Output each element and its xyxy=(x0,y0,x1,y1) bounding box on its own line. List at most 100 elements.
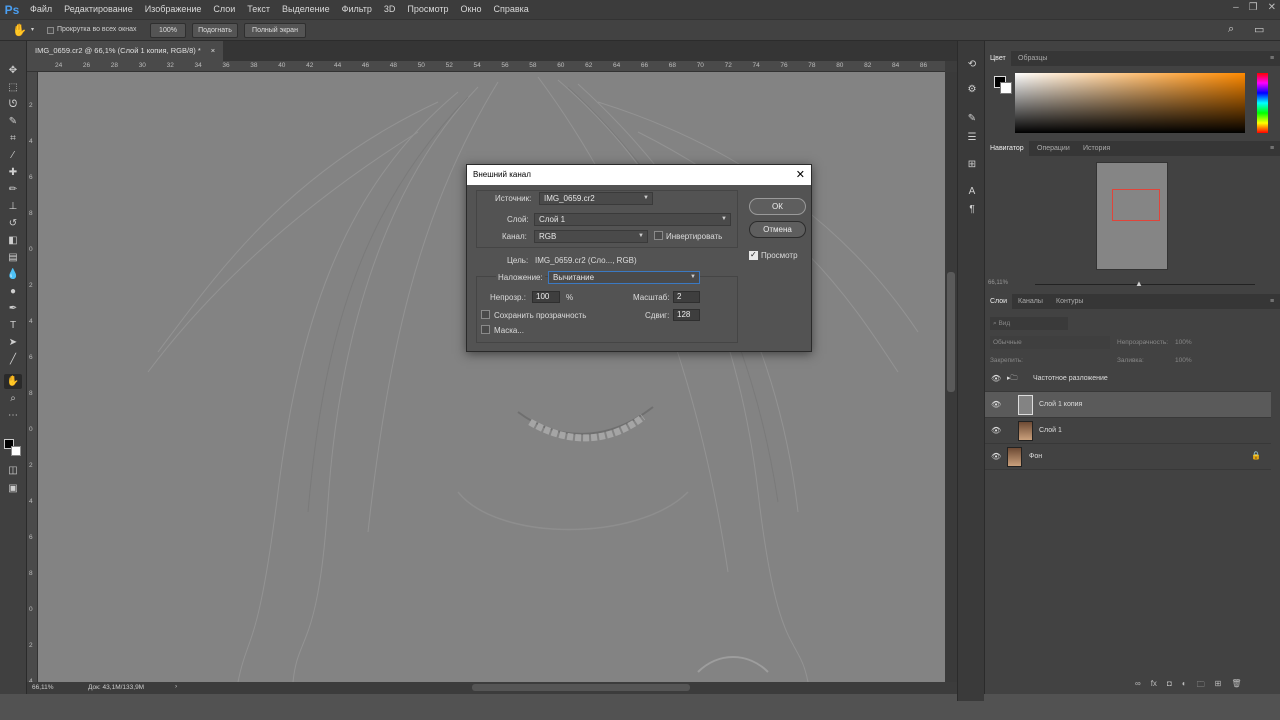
document-tab[interactable]: IMG_0659.cr2 @ 66,1% (Слой 1 копия, RGB/… xyxy=(27,41,224,61)
tab-color[interactable]: Цвет xyxy=(985,51,1011,66)
blur-tool-icon[interactable]: 💧 xyxy=(4,267,22,282)
tab-paths[interactable]: Контуры xyxy=(1051,294,1088,309)
layer-row-background[interactable]: 👁 Фон 🔒 xyxy=(985,444,1271,470)
layer-row[interactable]: 👁 Слой 1 xyxy=(985,418,1271,444)
navigator-view-box[interactable] xyxy=(1112,189,1160,221)
healing-brush-tool-icon[interactable]: ✚ xyxy=(4,165,22,180)
layer-filter-search[interactable]: ⌕ Вид xyxy=(990,317,1068,330)
menu-help[interactable]: Справка xyxy=(487,0,534,19)
tab-swatches[interactable]: Образцы xyxy=(1013,51,1052,66)
more-tools-icon[interactable]: ⋯ xyxy=(4,408,22,423)
tab-history[interactable]: История xyxy=(1078,141,1115,156)
opacity-input[interactable]: 100 xyxy=(532,291,560,303)
new-layer-icon[interactable]: ⊞ xyxy=(1215,679,1222,693)
panel-menu-icon[interactable]: ≡ xyxy=(1265,51,1279,66)
clone-source-icon[interactable]: ⊞ xyxy=(964,159,980,173)
status-zoom[interactable]: 66,11% xyxy=(32,684,54,691)
zoom-slider-thumb[interactable]: ▲ xyxy=(1135,279,1143,288)
clone-stamp-tool-icon[interactable]: ⊥ xyxy=(4,199,22,214)
hand-tool-icon[interactable]: ✋ xyxy=(12,23,27,37)
adjustment-layer-icon[interactable]: ◐ xyxy=(1182,679,1187,693)
visibility-eye-icon[interactable]: 👁 xyxy=(991,452,1001,461)
tool-preset-chevron-icon[interactable]: ▾ xyxy=(31,26,34,33)
tab-actions[interactable]: Операции xyxy=(1032,141,1075,156)
menu-3d[interactable]: 3D xyxy=(378,0,402,19)
history-brush-tool-icon[interactable]: ↺ xyxy=(4,216,22,231)
menu-edit[interactable]: Редактирование xyxy=(58,0,139,19)
color-field[interactable] xyxy=(1015,73,1245,133)
panel-menu-icon[interactable]: ≡ xyxy=(1265,141,1279,156)
layer-row-selected[interactable]: 👁 Слой 1 копия xyxy=(985,392,1271,418)
background-color-swatch[interactable] xyxy=(11,446,21,456)
add-mask-icon[interactable]: ◘ xyxy=(1167,679,1172,693)
delete-layer-icon[interactable]: 🗑 xyxy=(1231,679,1241,693)
zoom-tool-icon[interactable]: ⌕ xyxy=(4,391,22,406)
cancel-button[interactable]: Отмена xyxy=(749,221,806,238)
navigator-zoom-slider[interactable] xyxy=(1035,284,1255,285)
invert-checkbox[interactable] xyxy=(654,231,663,240)
restore-button[interactable]: ❐ xyxy=(1249,2,1258,13)
quick-mask-icon[interactable]: ◫ xyxy=(4,463,22,478)
menu-view[interactable]: Просмотр xyxy=(401,0,454,19)
opacity-value[interactable]: 100% xyxy=(1175,339,1192,346)
preview-checkbox[interactable] xyxy=(749,250,758,260)
hue-slider[interactable] xyxy=(1257,73,1268,133)
menu-filter[interactable]: Фильтр xyxy=(336,0,378,19)
menu-select[interactable]: Выделение xyxy=(276,0,336,19)
preserve-transparency-checkbox[interactable] xyxy=(481,310,490,319)
vertical-scrollbar[interactable] xyxy=(945,72,957,682)
gradient-tool-icon[interactable]: ▤ xyxy=(4,250,22,265)
status-arrow-icon[interactable]: › xyxy=(175,683,177,690)
fill-screen-button[interactable]: Полный экран xyxy=(244,23,306,38)
fit-screen-button[interactable]: Подогнать xyxy=(192,23,238,38)
fill-value[interactable]: 100% xyxy=(1175,357,1192,364)
type-tool-icon[interactable]: T xyxy=(4,318,22,333)
pen-tool-icon[interactable]: ✒ xyxy=(4,301,22,316)
crop-tool-icon[interactable]: ⌗ xyxy=(4,131,22,146)
properties-panel-icon[interactable]: ⚙ xyxy=(964,84,980,98)
tab-navigator[interactable]: Навигатор xyxy=(985,141,1029,156)
character-panel-icon[interactable]: A xyxy=(964,186,980,200)
hand-tool-icon[interactable]: ✋ xyxy=(4,374,22,389)
scale-input[interactable]: 2 xyxy=(673,291,700,303)
visibility-eye-icon[interactable]: 👁 xyxy=(991,400,1001,409)
navigator-zoom[interactable]: 66,11% xyxy=(988,280,1008,286)
screen-mode-icon[interactable]: ▣ xyxy=(4,481,22,496)
dialog-close-button[interactable]: ✕ xyxy=(796,165,805,185)
brush-tool-icon[interactable]: ✏ xyxy=(4,182,22,197)
paragraph-panel-icon[interactable]: ¶ xyxy=(964,204,980,218)
vertical-scroll-thumb[interactable] xyxy=(947,272,955,392)
lasso-tool-icon[interactable]: ᘎ xyxy=(4,97,22,112)
menu-image[interactable]: Изображение xyxy=(139,0,208,19)
line-tool-icon[interactable]: ╱ xyxy=(4,352,22,367)
blending-select[interactable]: Вычитание ▼ xyxy=(548,271,700,284)
search-icon[interactable]: ⌕ xyxy=(1228,23,1234,36)
visibility-eye-icon[interactable]: 👁 xyxy=(991,426,1001,435)
zoom-100-button[interactable]: 100% xyxy=(150,23,186,38)
ok-button[interactable]: ОК xyxy=(749,198,806,215)
link-layers-icon[interactable]: ∞ xyxy=(1135,679,1141,693)
horizontal-scroll-thumb[interactable] xyxy=(472,684,690,691)
brush-settings-icon[interactable]: ✎ xyxy=(964,113,980,127)
close-tab-icon[interactable]: × xyxy=(211,41,215,61)
fx-icon[interactable]: fx xyxy=(1151,679,1157,693)
bg-color-chip[interactable] xyxy=(1000,82,1012,94)
eraser-tool-icon[interactable]: ◧ xyxy=(4,233,22,248)
adjustments-icon[interactable]: ☰ xyxy=(964,132,980,146)
blend-mode-select[interactable]: Обычные xyxy=(990,336,1110,349)
mask-checkbox[interactable] xyxy=(481,325,490,334)
layer-select[interactable]: Слой 1 ▼ xyxy=(534,213,731,226)
layer-group-row[interactable]: 👁 ▸🗀 Частотное разложение xyxy=(985,366,1271,392)
menu-type[interactable]: Текст xyxy=(241,0,276,19)
tab-channels[interactable]: Каналы xyxy=(1013,294,1048,309)
source-select[interactable]: IMG_0659.cr2 ▼ xyxy=(539,192,653,205)
visibility-eye-icon[interactable]: 👁 xyxy=(991,374,1001,383)
scroll-all-checkbox[interactable] xyxy=(47,27,54,34)
minimize-button[interactable]: – xyxy=(1233,2,1239,13)
panel-menu-icon[interactable]: ≡ xyxy=(1265,294,1279,309)
workspace-icon[interactable]: ▭ xyxy=(1254,23,1264,36)
history-panel-icon[interactable]: ⟲ xyxy=(964,59,980,73)
marquee-tool-icon[interactable]: ⬚ xyxy=(4,80,22,95)
close-window-button[interactable]: ✕ xyxy=(1268,2,1276,13)
eyedropper-tool-icon[interactable]: ⁄ xyxy=(4,148,22,163)
